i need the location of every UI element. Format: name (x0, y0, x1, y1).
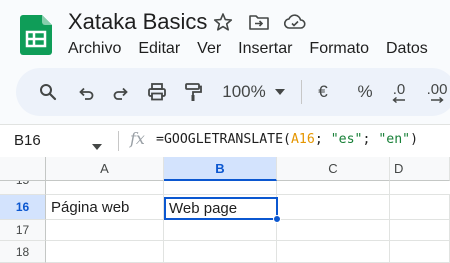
row-header-15[interactable]: 15 (0, 181, 46, 195)
cell-b17[interactable] (164, 220, 277, 241)
spreadsheet-grid: A B C D 15 16 Página web 17 18 Web page (0, 157, 450, 263)
formula-target-language: "en" (378, 132, 411, 147)
search-menus-icon[interactable] (36, 68, 60, 116)
menu-editar[interactable]: Editar (138, 38, 180, 60)
column-divider (389, 181, 390, 195)
toolbar-divider (301, 80, 302, 104)
formula-separator: ; (362, 132, 379, 147)
menu-ver[interactable]: Ver (197, 38, 221, 60)
column-divider (276, 181, 277, 195)
row-15-strip: 15 (0, 181, 450, 195)
formula-prefix: =GOOGLETRANSLATE( (156, 132, 291, 147)
cloud-status-icon[interactable] (283, 12, 307, 32)
increase-decimals-label: .00 (426, 80, 448, 98)
star-icon[interactable] (213, 12, 233, 32)
redo-icon[interactable] (109, 68, 133, 116)
column-header-a[interactable]: A (46, 157, 164, 181)
toolbar: 100% € % .0 .00 (16, 68, 450, 116)
menu-datos[interactable]: Datos (386, 38, 428, 60)
formula-bar: B16 fx =GOOGLETRANSLATE(A16; "es"; "en") (0, 124, 450, 158)
formula-separator: ; (314, 132, 331, 147)
active-cell-b16[interactable]: Web page (164, 197, 278, 220)
cell-a18[interactable] (46, 241, 164, 263)
sheets-app-icon[interactable] (20, 15, 52, 55)
move-to-folder-icon[interactable] (248, 12, 269, 32)
cell-a17[interactable] (46, 220, 164, 241)
row-header-17[interactable]: 17 (0, 220, 46, 241)
cell-b18[interactable] (164, 241, 277, 263)
name-box[interactable]: B16 (14, 132, 41, 149)
row-header-16[interactable]: 16 (0, 195, 46, 220)
formula-suffix: ) (410, 132, 419, 147)
document-title[interactable]: Xataka Basics (68, 8, 207, 36)
increase-decimals-button[interactable]: .00 (422, 68, 450, 116)
currency-format-button[interactable]: € (314, 68, 332, 116)
formula-input[interactable]: =GOOGLETRANSLATE(A16; "es"; "en") (156, 132, 418, 147)
column-header-c[interactable]: C (277, 157, 390, 181)
zoom-select[interactable]: 100% (218, 68, 270, 116)
menu-archivo[interactable]: Archivo (68, 38, 121, 60)
column-divider (163, 181, 164, 195)
menu-insertar[interactable]: Insertar (238, 38, 292, 60)
menu-formato[interactable]: Formato (309, 38, 369, 60)
zoom-dropdown-arrow-icon[interactable] (274, 68, 286, 116)
cell-d16[interactable] (390, 195, 450, 220)
percent-format-button[interactable]: % (356, 68, 374, 116)
print-icon[interactable] (145, 68, 169, 116)
decrease-decimals-button[interactable]: .0 (384, 68, 414, 116)
cell-c17[interactable] (277, 220, 390, 241)
paint-format-icon[interactable] (181, 68, 205, 116)
menu-bar: Archivo Editar Ver Insertar Formato Dato… (68, 38, 445, 60)
cell-d17[interactable] (390, 220, 450, 241)
formula-cell-reference: A16 (290, 132, 315, 147)
arrow-left-icon (392, 96, 405, 103)
select-all-corner[interactable] (0, 157, 46, 181)
undo-icon[interactable] (74, 68, 98, 116)
column-header-d[interactable]: D (390, 157, 450, 181)
arrow-right-icon (431, 96, 444, 103)
cell-d18[interactable] (390, 241, 450, 263)
name-box-dropdown-icon[interactable] (92, 137, 102, 155)
row-header-18[interactable]: 18 (0, 241, 46, 263)
formula-source-language: "es" (330, 132, 363, 147)
cell-c18[interactable] (277, 241, 390, 263)
column-header-b[interactable]: B (164, 157, 277, 181)
fill-handle[interactable] (273, 215, 281, 223)
fx-icon: fx (130, 129, 145, 148)
formula-bar-divider (118, 131, 119, 151)
cell-a16[interactable]: Página web (46, 195, 164, 220)
decrease-decimals-label: .0 (392, 80, 406, 98)
cell-c16[interactable] (277, 195, 390, 220)
